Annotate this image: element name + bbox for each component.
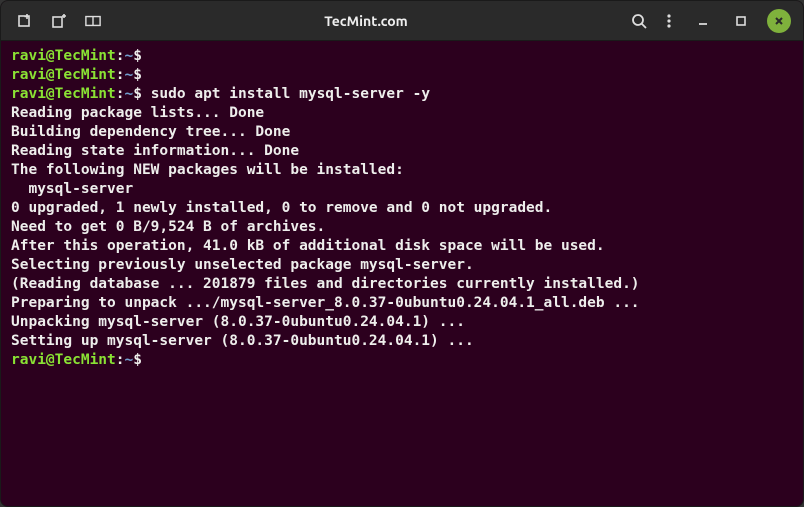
- search-icon[interactable]: [631, 13, 647, 29]
- prompt-colon: :: [116, 86, 125, 102]
- menu-icon[interactable]: [661, 13, 677, 29]
- prompt-line: ravi@TecMint:~$: [11, 351, 793, 370]
- output-line: Preparing to unpack .../mysql-server_8.0…: [11, 294, 793, 313]
- prompt-colon: :: [116, 48, 125, 64]
- output-line: 0 upgraded, 1 newly installed, 0 to remo…: [11, 199, 793, 218]
- maximize-button[interactable]: [729, 9, 753, 33]
- prompt-line: ravi@TecMint:~$ sudo apt install mysql-s…: [11, 85, 793, 104]
- prompt-path: ~: [125, 48, 134, 64]
- terminal-body[interactable]: ravi@TecMint:~$ ravi@TecMint:~$ ravi@Tec…: [1, 41, 803, 506]
- window-title: TecMint.com: [101, 13, 631, 29]
- output-line: After this operation, 41.0 kB of additio…: [11, 237, 793, 256]
- prompt-line: ravi@TecMint:~$: [11, 47, 793, 66]
- minimize-button[interactable]: [691, 9, 715, 33]
- output-line: (Reading database ... 201879 files and d…: [11, 275, 793, 294]
- prompt-user-host: ravi@TecMint: [11, 86, 116, 102]
- prompt-path: ~: [125, 352, 134, 368]
- titlebar-right-controls: [631, 9, 795, 33]
- output-line: Selecting previously unselected package …: [11, 256, 793, 275]
- prompt-symbol: $: [133, 48, 142, 64]
- prompt-symbol: $: [133, 67, 142, 83]
- split-icon[interactable]: [85, 13, 101, 29]
- output-line: The following NEW packages will be insta…: [11, 161, 793, 180]
- output-line: Unpacking mysql-server (8.0.37-0ubuntu0.…: [11, 313, 793, 332]
- output-line: Reading package lists... Done: [11, 104, 793, 123]
- prompt-line: ravi@TecMint:~$: [11, 66, 793, 85]
- titlebar: TecMint.com: [1, 1, 803, 41]
- output-line: Setting up mysql-server (8.0.37-0ubuntu0…: [11, 332, 793, 351]
- prompt-user-host: ravi@TecMint: [11, 352, 116, 368]
- output-line: Building dependency tree... Done: [11, 123, 793, 142]
- close-button[interactable]: [767, 9, 791, 33]
- output-line: Need to get 0 B/9,524 B of archives.: [11, 218, 793, 237]
- terminal-window: TecMint.com: [0, 0, 804, 507]
- new-window-icon[interactable]: [51, 13, 67, 29]
- command-text: sudo apt install mysql-server -y: [151, 86, 430, 102]
- output-line: mysql-server: [11, 180, 793, 199]
- prompt-path: ~: [125, 86, 134, 102]
- new-tab-icon[interactable]: [17, 13, 33, 29]
- output-line: Reading state information... Done: [11, 142, 793, 161]
- prompt-colon: :: [116, 352, 125, 368]
- prompt-colon: :: [116, 67, 125, 83]
- prompt-user-host: ravi@TecMint: [11, 48, 116, 64]
- prompt-path: ~: [125, 67, 134, 83]
- titlebar-left-controls: [9, 13, 101, 29]
- prompt-user-host: ravi@TecMint: [11, 67, 116, 83]
- prompt-symbol: $: [133, 86, 142, 102]
- prompt-symbol: $: [133, 352, 142, 368]
